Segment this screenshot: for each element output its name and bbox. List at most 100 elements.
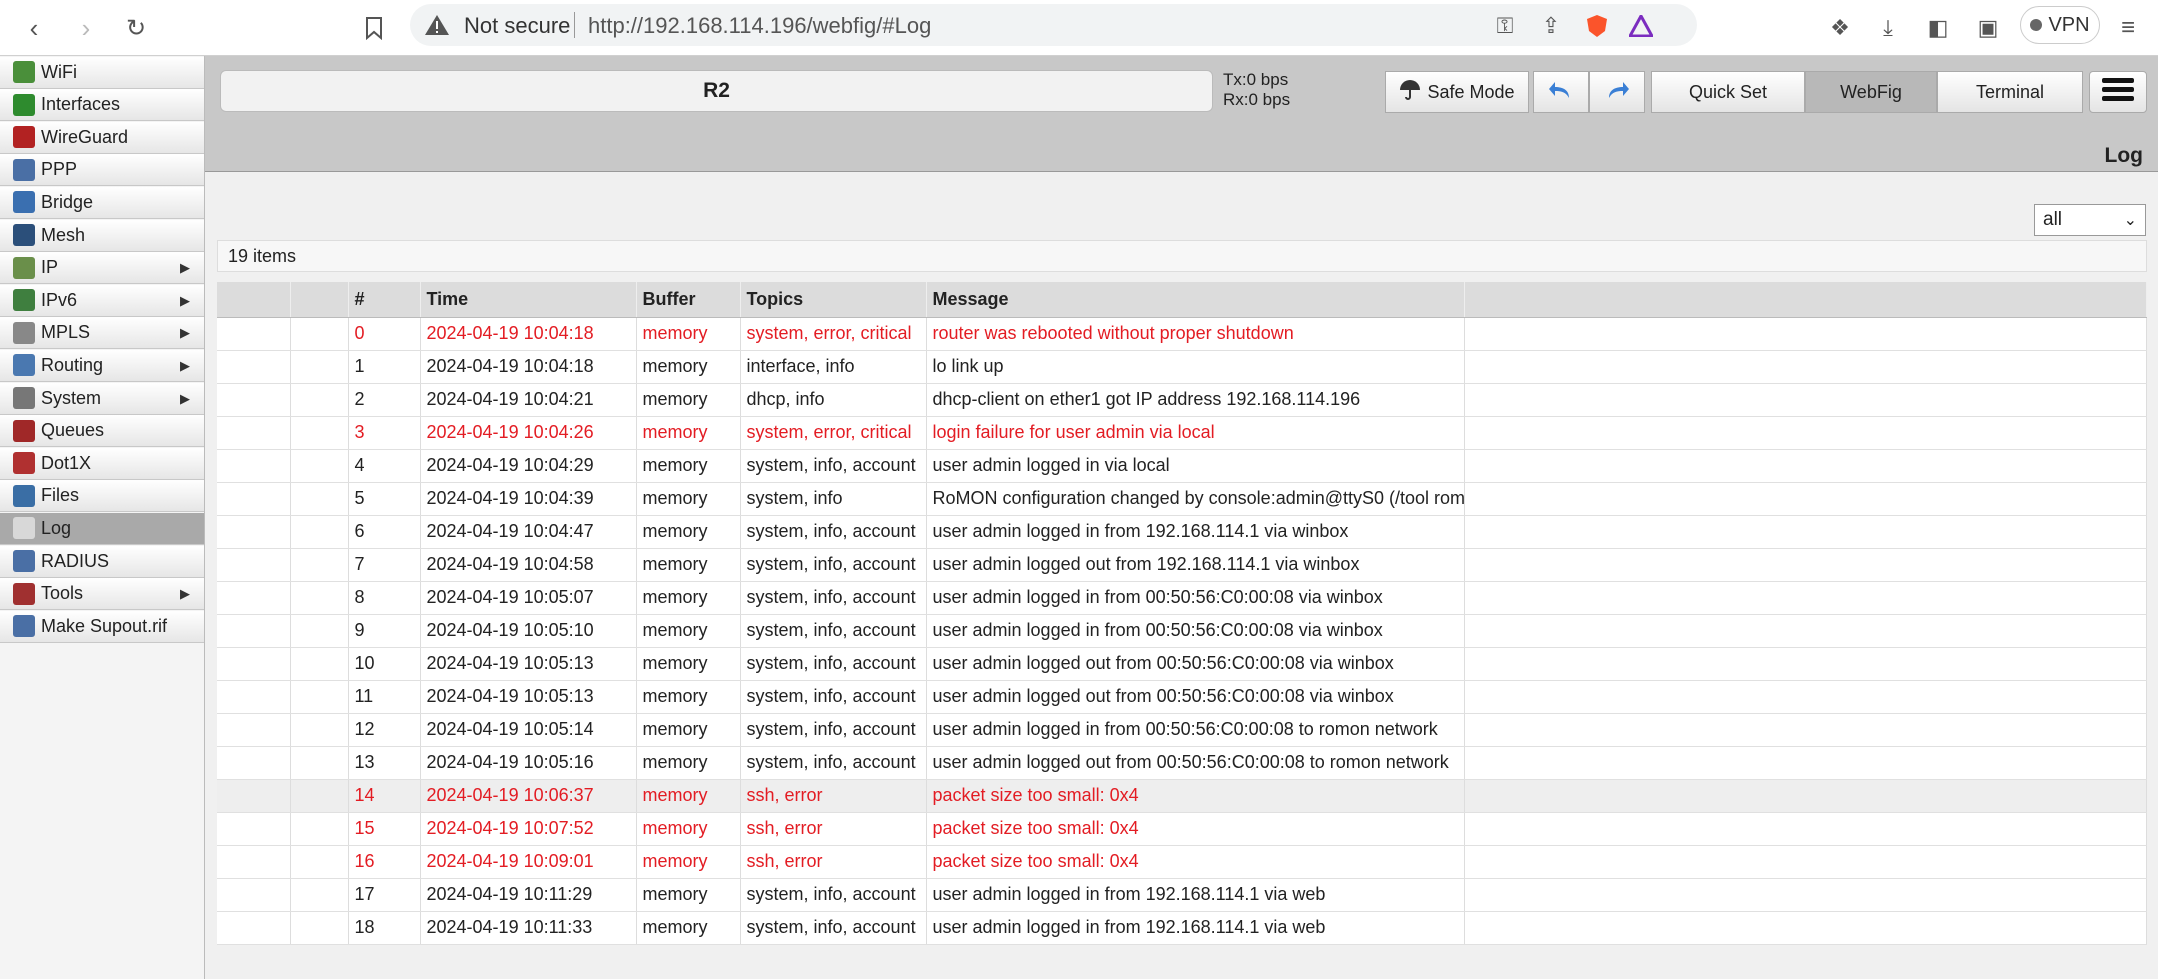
table-row[interactable]: 1 2024-04-19 10:04:18 memory interface, inf… <box>217 350 2147 384</box>
cell-topics: system, info, account <box>740 680 927 714</box>
tools-icon <box>13 582 35 605</box>
table-row[interactable]: 8 2024-04-19 10:05:07 memory system, info, … <box>217 581 2147 615</box>
address-bar[interactable]: Not secure http://192.168.114.196/webfig… <box>410 4 1697 46</box>
table-row[interactable]: 11 2024-04-19 10:05:13 memory system, info,… <box>217 680 2147 714</box>
table-row[interactable]: 9 2024-04-19 10:05:10 memory system, info, … <box>217 614 2147 648</box>
column-header[interactable] <box>290 282 349 318</box>
sidebar-item-mesh[interactable]: Mesh <box>0 219 204 252</box>
table-row[interactable]: 15 2024-04-19 10:07:52 memory ssh, error pac… <box>217 812 2147 846</box>
log-table: # Time Buffer Topics Message 0 2024-04-19 10:… <box>217 282 2147 945</box>
safe-mode-button[interactable]: Safe Mode <box>1385 71 1529 113</box>
sidebar-item-radius[interactable]: RADIUS <box>0 545 204 578</box>
cell-time: 2024-04-19 10:05:14 <box>420 713 637 747</box>
table-row[interactable]: 7 2024-04-19 10:04:58 memory system, info, … <box>217 548 2147 582</box>
sidebar-item-dot1x[interactable]: Dot1X <box>0 447 204 480</box>
redo-button[interactable] <box>1589 71 1645 113</box>
sidebar-item-routing[interactable]: Routing ▶ <box>0 349 204 382</box>
back-icon[interactable]: ‹ <box>14 8 54 48</box>
sidebar-item-interfaces[interactable]: Interfaces <box>0 89 204 122</box>
cell-buffer: memory <box>636 515 741 549</box>
column-header[interactable]: # <box>348 282 421 318</box>
table-row[interactable]: 12 2024-04-19 10:05:14 memory system, info,… <box>217 713 2147 747</box>
sidebar-item-label: Interfaces <box>41 94 121 115</box>
row-control-cell <box>290 911 349 945</box>
cell-buffer: memory <box>636 317 741 351</box>
table-row[interactable]: 17 2024-04-19 10:11:29 memory system, info,… <box>217 878 2147 912</box>
sidebar-item-make-supout-rif[interactable]: Make Supout.rif <box>0 610 204 643</box>
table-row[interactable]: 2 2024-04-19 10:04:21 memory dhcp, info dhcp… <box>217 383 2147 417</box>
sidebar-item-ip[interactable]: IP ▶ <box>0 252 204 285</box>
table-row[interactable]: 16 2024-04-19 10:09:01 memory ssh, error pac… <box>217 845 2147 879</box>
security-status[interactable]: Not secure <box>464 13 570 39</box>
key-icon[interactable]: ⚿ <box>1492 13 1518 39</box>
table-row[interactable]: 3 2024-04-19 10:04:26 memory system, error,… <box>217 416 2147 450</box>
sidebar-item-mpls[interactable]: MPLS ▶ <box>0 317 204 350</box>
undo-button[interactable] <box>1533 71 1589 113</box>
cell-message: packet size too small: 0x4 <box>926 845 1465 879</box>
sidebar-item-tools[interactable]: Tools ▶ <box>0 578 204 611</box>
forward-icon[interactable]: › <box>66 8 106 48</box>
cell-n: 9 <box>348 614 421 648</box>
quick-set-button[interactable]: Quick Set <box>1651 71 1805 113</box>
column-header-filler <box>1464 282 2147 318</box>
cell-time: 2024-04-19 10:04:47 <box>420 515 637 549</box>
terminal-button[interactable]: Terminal <box>1937 71 2083 113</box>
table-row[interactable]: 10 2024-04-19 10:05:13 memory system, info,… <box>217 647 2147 681</box>
table-row[interactable]: 18 2024-04-19 10:11:33 memory system, info,… <box>217 911 2147 945</box>
row-control-cell <box>217 680 291 714</box>
brave-shield-icon[interactable] <box>1584 13 1610 39</box>
sidebar-item-bridge[interactable]: Bridge <box>0 186 204 219</box>
webfig-button[interactable]: WebFig <box>1805 71 1937 113</box>
row-control-cell <box>217 548 291 582</box>
sidebar-item-label: Dot1X <box>41 452 92 473</box>
url-divider <box>574 12 575 38</box>
sidebar-item-ppp[interactable]: PPP <box>0 154 204 187</box>
sidebar-item-log[interactable]: Log <box>0 512 204 545</box>
sidebar-item-queues[interactable]: Queues <box>0 415 204 448</box>
wallet-icon[interactable]: ▣ <box>1968 8 2008 48</box>
share-icon[interactable]: ⇪ <box>1538 13 1564 39</box>
sidebar-item-wifi[interactable]: WiFi <box>0 56 204 89</box>
cell-message: user admin logged out from 00:50:56:C0:0… <box>926 680 1465 714</box>
cell-topics: system, info, account <box>740 548 927 582</box>
brave-rewards-icon[interactable] <box>1628 13 1654 39</box>
menu-button[interactable] <box>2089 71 2147 113</box>
table-row[interactable]: 5 2024-04-19 10:04:39 memory system, info Ro… <box>217 482 2147 516</box>
table-row[interactable]: 0 2024-04-19 10:04:18 memory system, error,… <box>217 317 2147 351</box>
bookmark-icon[interactable] <box>354 8 394 48</box>
cell-time: 2024-04-19 10:04:21 <box>420 383 637 417</box>
row-filler-cell <box>1464 350 2147 384</box>
column-header[interactable]: Buffer <box>636 282 741 318</box>
reload-icon[interactable]: ↻ <box>116 8 156 48</box>
column-header[interactable]: Time <box>420 282 637 318</box>
download-icon[interactable]: ⤓ <box>1868 8 1908 48</box>
sidebar-item-wireguard[interactable]: WireGuard <box>0 121 204 154</box>
row-control-cell <box>290 713 349 747</box>
sidebar-item-label: MPLS <box>41 322 91 343</box>
cell-n: 18 <box>348 911 421 945</box>
cell-topics: system, info, account <box>740 746 927 780</box>
column-header[interactable]: Message <box>926 282 1465 318</box>
row-control-cell <box>217 614 291 648</box>
row-control-cell <box>290 482 349 516</box>
cell-message: router was rebooted without proper shutd… <box>926 317 1465 351</box>
column-header[interactable] <box>217 282 291 318</box>
cell-message: RoMON configuration changed by console:a… <box>926 482 1465 516</box>
table-row[interactable]: 14 2024-04-19 10:06:37 memory ssh, error pac… <box>217 779 2147 813</box>
table-row[interactable]: 4 2024-04-19 10:04:29 memory system, info, … <box>217 449 2147 483</box>
dot1x-icon <box>13 452 35 475</box>
table-row[interactable]: 13 2024-04-19 10:05:16 memory system, info,… <box>217 746 2147 780</box>
sidebar-icon[interactable]: ◧ <box>1918 8 1958 48</box>
vpn-button[interactable]: VPN <box>2020 6 2100 44</box>
table-row[interactable]: 6 2024-04-19 10:04:47 memory system, info, … <box>217 515 2147 549</box>
browser-menu-icon[interactable]: ≡ <box>2108 8 2148 48</box>
sidebar-item-ipv6[interactable]: IPv6 ▶ <box>0 284 204 317</box>
column-header[interactable]: Topics <box>740 282 927 318</box>
sidebar-item-system[interactable]: System ▶ <box>0 382 204 415</box>
extensions-icon[interactable]: ❖ <box>1820 8 1860 48</box>
sidebar-item-files[interactable]: Files <box>0 480 204 513</box>
url-text[interactable]: http://192.168.114.196/webfig/#Log <box>588 13 931 39</box>
cell-buffer: memory <box>636 350 741 384</box>
row-filler-cell <box>1464 548 2147 582</box>
log-filter-select[interactable]: all ⌄ <box>2034 204 2146 236</box>
